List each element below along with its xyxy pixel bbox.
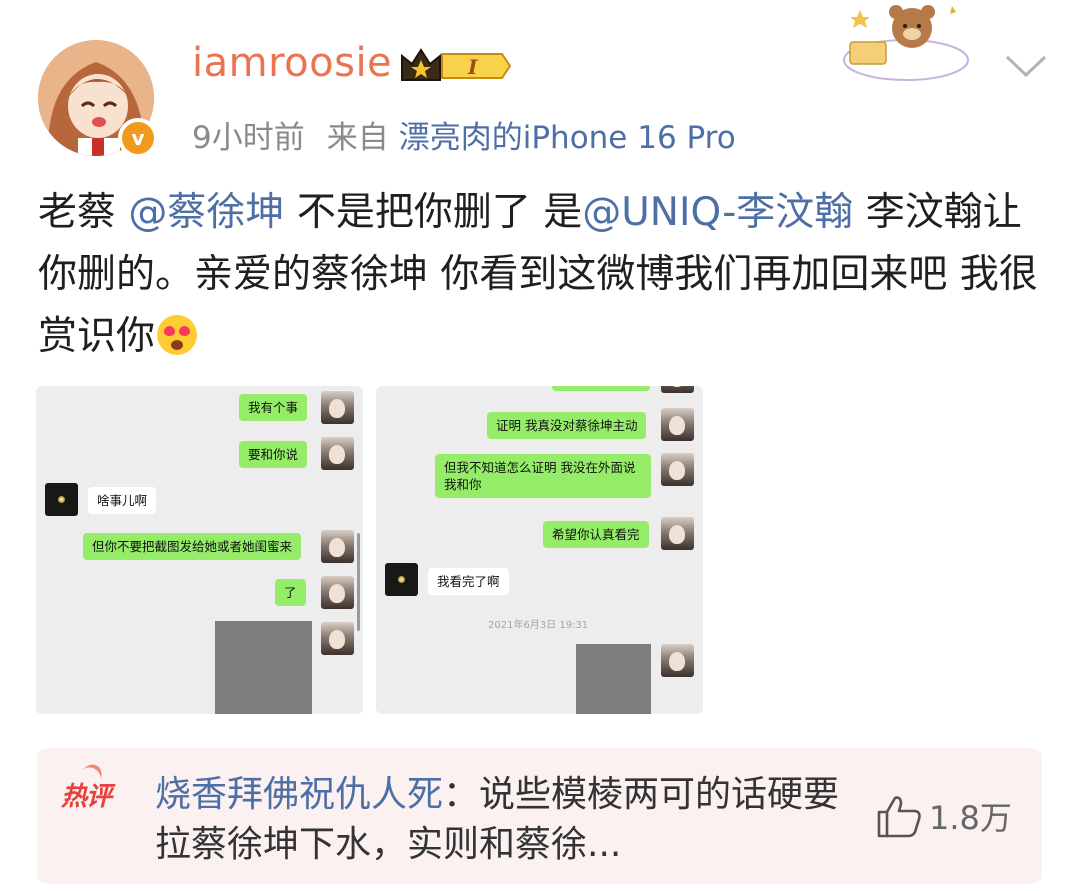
chat-bubble: 要和你说 — [239, 441, 308, 468]
post-text-part: 不是把你删了 是 — [284, 190, 583, 235]
chat-bubble: 证明 我真没对蔡徐坤主动 — [487, 412, 647, 439]
device-link[interactable]: 漂亮肉的iPhone 16 Pro — [399, 120, 736, 156]
post-text-part: 老蔡 — [38, 190, 129, 235]
like-count: 1.8万 — [929, 799, 1012, 837]
verified-icon: v — [118, 118, 158, 158]
like-button[interactable]: 1.8万 — [875, 792, 1012, 840]
chat-timestamp: 2021年6月3日 19:31 — [488, 620, 589, 631]
vip-crown-icon[interactable]: I — [398, 46, 512, 86]
post-text: 老蔡 @蔡徐坤 不是把你删了 是@UNIQ-李汶翰 李汶翰让你删的。亲爱的蔡徐坤… — [38, 182, 1048, 368]
chat-avatar — [321, 391, 354, 424]
hot-comment-tag: 热评 — [61, 776, 112, 813]
chat-bubble: 但我不知道怎么证明 我没在外面说我和你 — [435, 454, 651, 498]
post-time: 9小时前 — [192, 120, 305, 156]
chat-bubble: 但你不要把截图发给她或者她闺蜜来 — [83, 533, 302, 560]
hot-comment-text: 烧香拜佛祝仇人死：说些模棱两可的话硬要拉蔡徐坤下水，实则和蔡徐... — [155, 770, 845, 870]
chat-avatar — [661, 517, 694, 550]
mention-uniq-liwenhan[interactable]: @UNIQ-李汶翰 — [582, 190, 853, 235]
chat-avatar — [661, 644, 694, 677]
chat-bubble: 我看完了啊 — [428, 568, 509, 595]
chat-image — [215, 621, 312, 714]
bear-sticker-icon[interactable] — [840, 2, 972, 82]
chat-screenshot-2[interactable]: 证明 我真没对蔡徐坤主动 但我不知道怎么证明 我没在外面说我和你 希望你认真看完… — [376, 386, 703, 714]
chat-bubble-partial — [552, 386, 650, 391]
hot-comment-author[interactable]: 烧香拜佛祝仇人死 — [155, 774, 443, 815]
chat-avatar — [321, 622, 354, 655]
scrollbar — [357, 533, 360, 631]
chat-bubble: 我有个事 — [239, 394, 308, 421]
chat-avatar — [45, 483, 78, 516]
from-label: 来自 — [326, 120, 389, 156]
hot-comment-colon: ： — [443, 774, 480, 815]
chat-avatar — [321, 437, 354, 470]
chat-bubble: 希望你认真看完 — [543, 521, 649, 548]
chevron-down-icon[interactable] — [1004, 52, 1048, 80]
chat-avatar — [661, 408, 694, 441]
chat-avatar — [321, 530, 354, 563]
chat-screenshot-1[interactable]: 我有个事 要和你说 啥事儿啊 但你不要把截图发给她或者她闺蜜来 了 — [36, 386, 363, 714]
post-meta: 9小时前 来自 漂亮肉的iPhone 16 Pro — [192, 112, 736, 157]
chat-bubble: 啥事儿啊 — [88, 487, 157, 514]
emoji-heart-eyes-icon — [157, 315, 198, 355]
hot-comment[interactable]: 热评 烧香拜佛祝仇人死：说些模棱两可的话硬要拉蔡徐坤下水，实则和蔡徐... 1.… — [37, 748, 1042, 884]
mention-caixukun[interactable]: @蔡徐坤 — [128, 190, 284, 235]
like-icon — [877, 796, 921, 838]
chat-avatar — [661, 386, 694, 393]
chat-bubble: 了 — [275, 579, 306, 606]
chat-image — [576, 644, 651, 714]
chat-avatar — [385, 563, 418, 596]
chat-avatar — [661, 453, 694, 486]
svg-text:I: I — [467, 55, 478, 79]
chat-avatar — [321, 576, 354, 609]
username[interactable]: iamroosie — [192, 40, 392, 86]
